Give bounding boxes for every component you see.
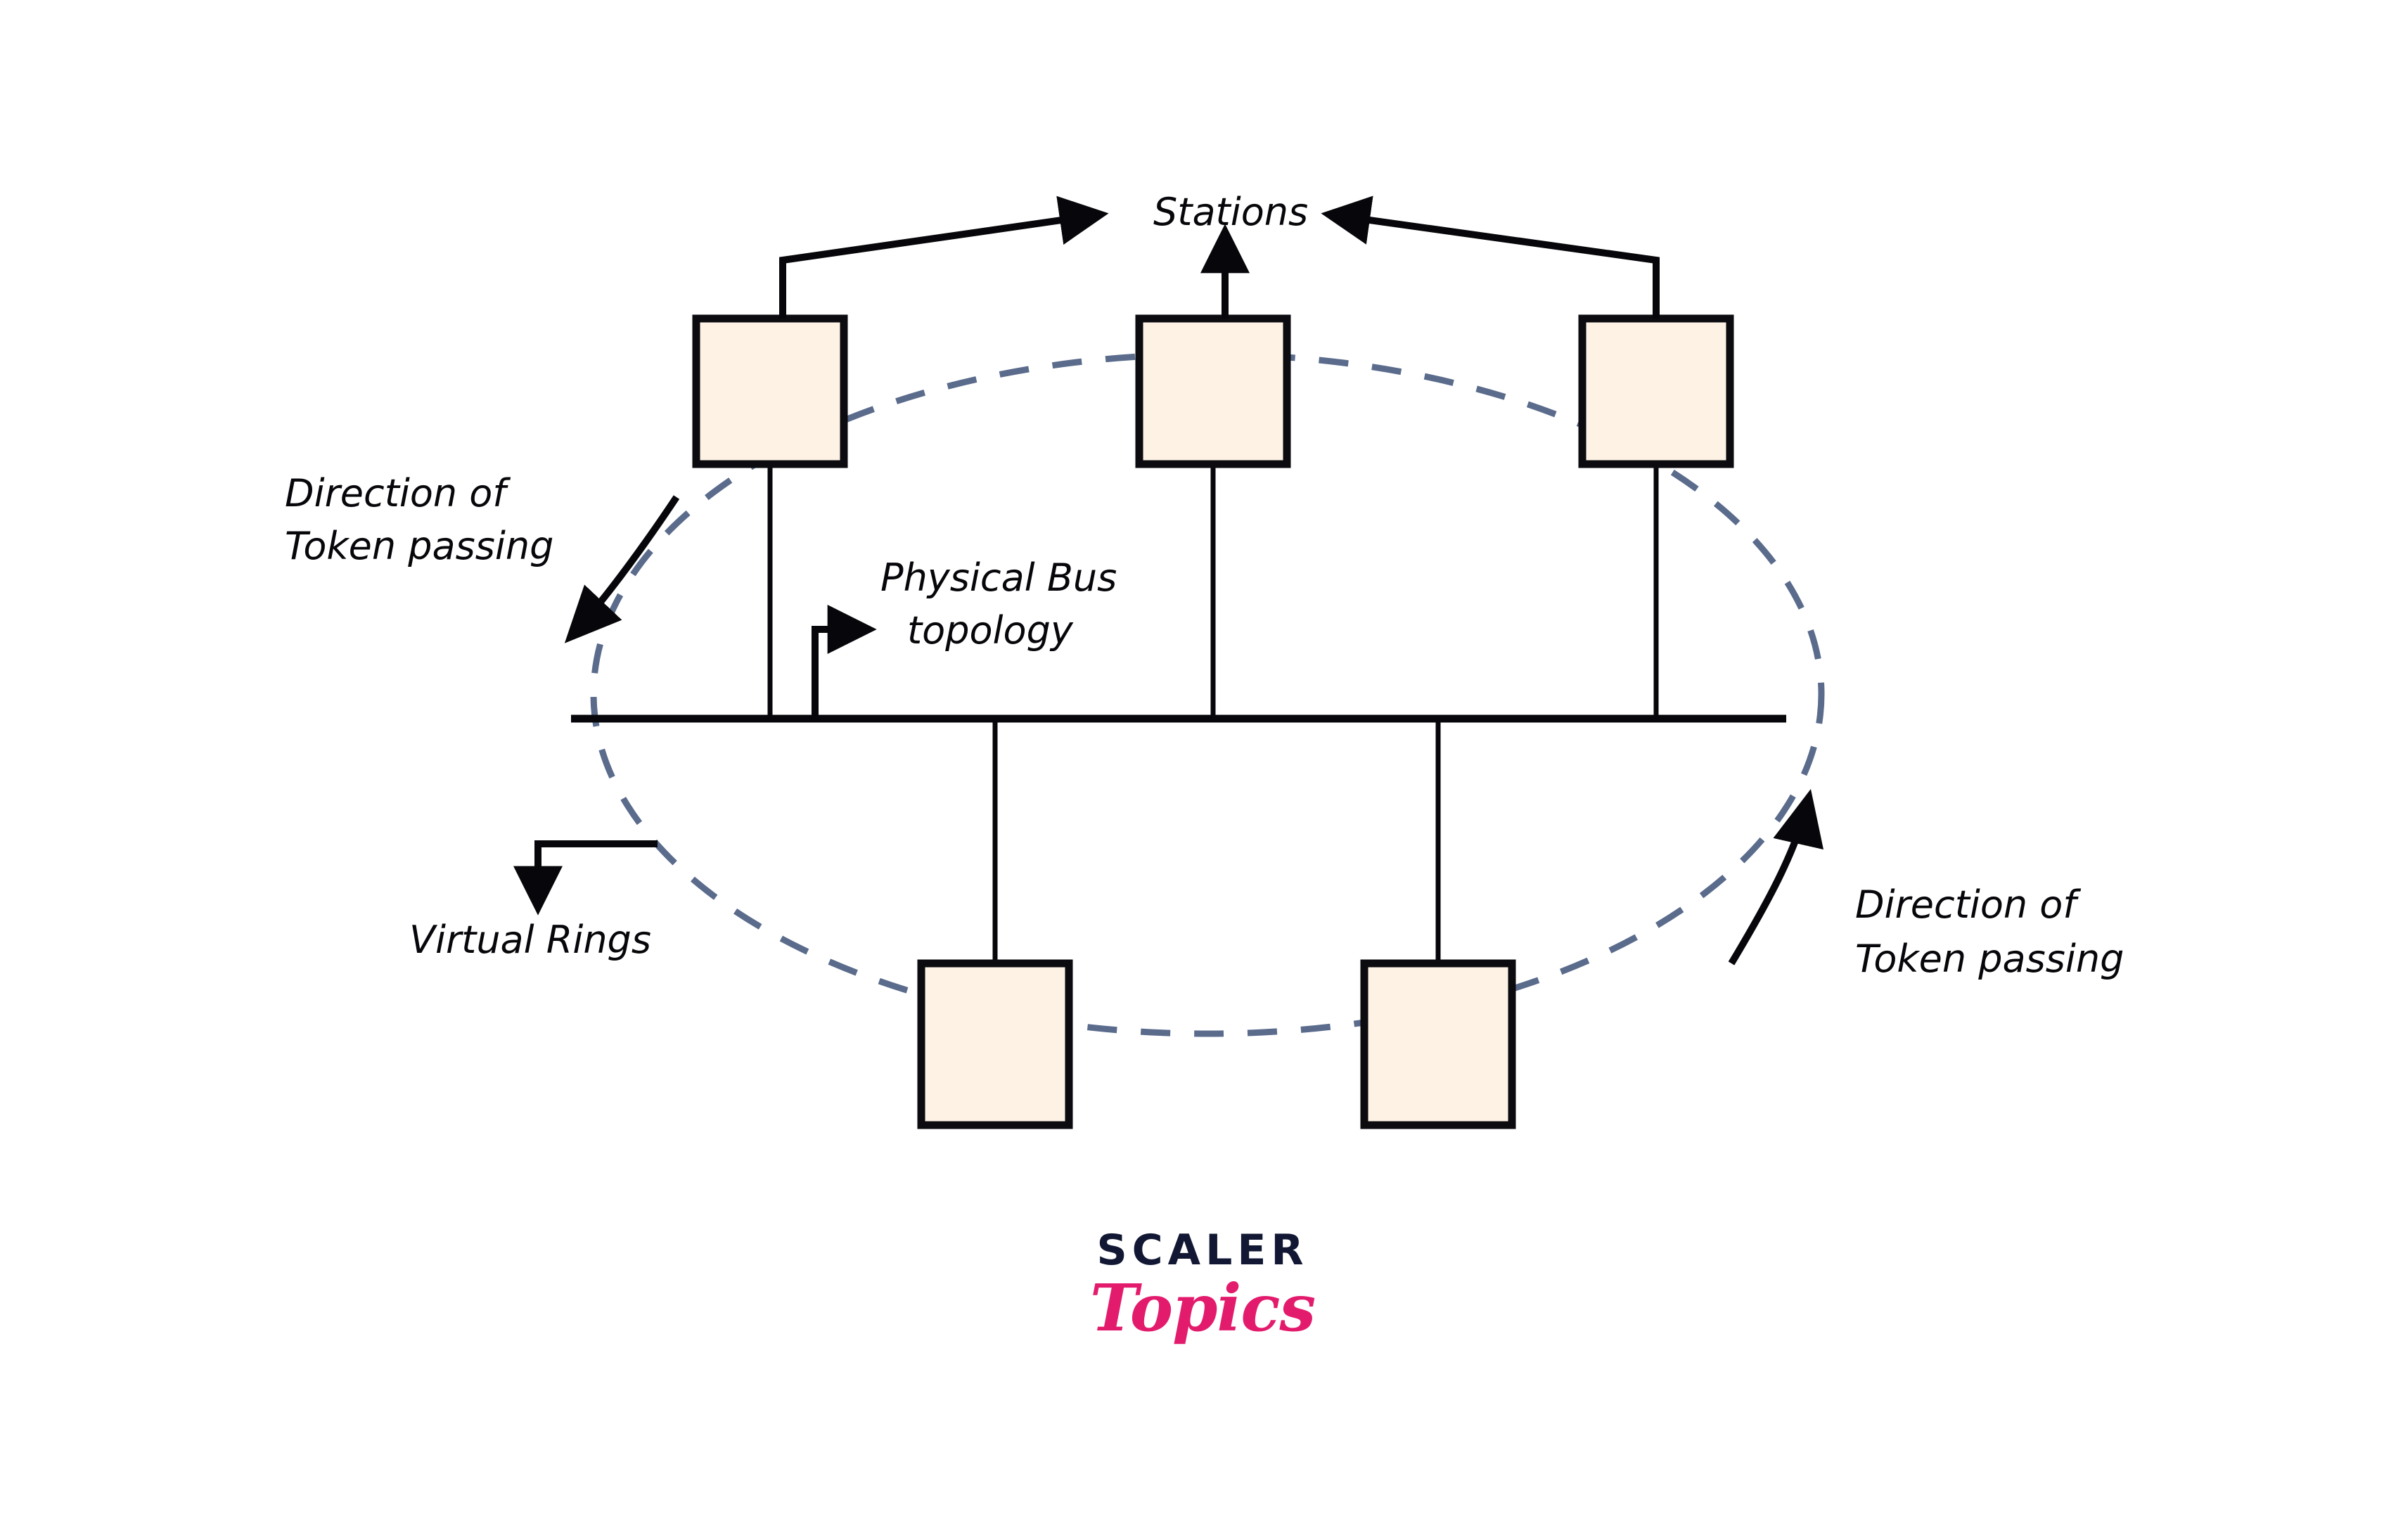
physical-bus-label-line1: Physical Bus <box>880 556 1117 600</box>
station-box-bottom-right[interactable] <box>1360 959 1516 1129</box>
diagram-canvas: Stations Direction of Token passing Phys… <box>0 0 2391 1540</box>
virtual-rings-callout-arrow <box>513 840 658 916</box>
physical-bus-callout-arrow <box>812 605 877 715</box>
station-box-bottom-left[interactable] <box>917 959 1073 1129</box>
direction-right-label-line2: Token passing <box>1855 937 2124 981</box>
stations-arrow-left <box>779 195 1109 319</box>
logo-topics-wordmark: Topics <box>1089 1270 1316 1346</box>
virtual-rings-label: Virtual Rings <box>409 918 651 962</box>
stations-label: Stations <box>1153 190 1308 234</box>
station-box-top-right[interactable] <box>1578 314 1734 468</box>
stations-arrow-right <box>1321 195 1660 319</box>
direction-left-label-line2: Token passing <box>285 524 553 568</box>
logo-scaler-wordmark: SCALER <box>1096 1226 1309 1275</box>
station-box-top-left[interactable] <box>692 314 848 468</box>
station-box-top-center[interactable] <box>1135 314 1291 468</box>
direction-left-label-line1: Direction of <box>285 471 511 515</box>
token-direction-arrow-left <box>564 495 680 643</box>
physical-bus-label-line2: topology <box>907 608 1074 653</box>
scaler-topics-logo: SCALER Topics <box>1041 1229 1364 1405</box>
direction-right-label-line1: Direction of <box>1855 883 2081 927</box>
token-direction-arrow-right <box>1728 788 1823 965</box>
